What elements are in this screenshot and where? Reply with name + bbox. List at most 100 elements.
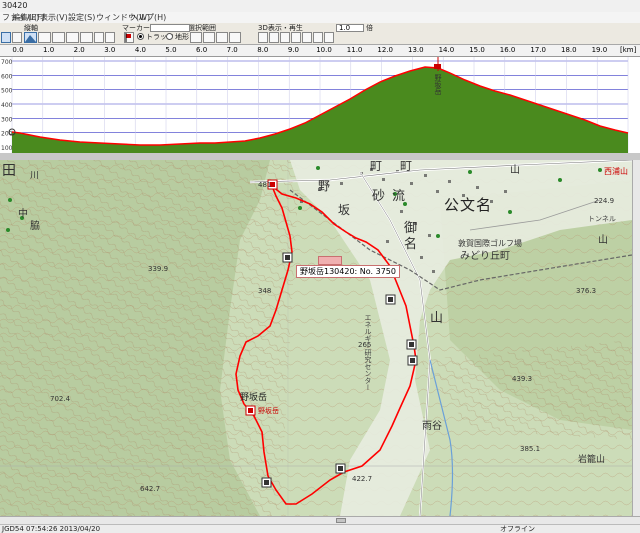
ruler-tick: 16.0 bbox=[499, 46, 516, 54]
map-label-nosaka2: 坂 bbox=[338, 203, 351, 217]
tooltip-tab bbox=[318, 256, 342, 265]
pointer-tool-button[interactable] bbox=[1, 32, 11, 43]
map-label-chu: 中 bbox=[18, 209, 28, 220]
peak-label: 野坂岳 bbox=[434, 74, 442, 95]
select-start-button[interactable] bbox=[190, 32, 202, 43]
ruler-tick: 9.0 bbox=[287, 46, 299, 54]
map-horizontal-scrollbar[interactable] bbox=[0, 516, 640, 524]
ruler-tick: 19.0 bbox=[591, 46, 608, 54]
ruler-tick: 7.0 bbox=[226, 46, 238, 54]
ruler-tick: 4.0 bbox=[134, 46, 146, 54]
elev-339-9: 339.9 bbox=[148, 265, 169, 273]
terrain-radio-label: 地形 bbox=[175, 33, 189, 41]
map-label-town2: 町 bbox=[400, 160, 413, 173]
menu-edit[interactable]: 編集(E) bbox=[12, 12, 39, 23]
profile-y-tick: 400 bbox=[1, 102, 13, 109]
status-offline: オフライン bbox=[500, 525, 535, 533]
select-end-button[interactable] bbox=[203, 32, 215, 43]
ruler-tick: 18.0 bbox=[561, 46, 577, 54]
ruler-tick: 17.0 bbox=[530, 46, 546, 54]
map-label-sa: 砂 bbox=[372, 189, 386, 204]
map-label-golf: 敦賀国際ゴルフ場 bbox=[458, 239, 522, 248]
ruler-tick: 8.0 bbox=[257, 46, 269, 54]
track-point-tooltip: 野坂岳130420: No. 3750 bbox=[296, 265, 400, 278]
terrain-radio[interactable] bbox=[166, 33, 173, 40]
ruler-tick: 14.0 bbox=[438, 46, 455, 54]
profile-y-tick: 500 bbox=[1, 88, 13, 95]
marker-button[interactable] bbox=[124, 32, 134, 43]
map-label-yama: 山 bbox=[430, 311, 444, 326]
label-selection: 選択範囲 bbox=[188, 24, 216, 32]
menu-view[interactable]: 表示(V) bbox=[40, 12, 68, 23]
elev-439-3: 439.3 bbox=[512, 375, 533, 383]
play-forward-button[interactable] bbox=[280, 32, 290, 43]
profile-y-tick: 300 bbox=[1, 116, 13, 123]
splitter[interactable] bbox=[0, 153, 640, 160]
map-label-amedani: 雨谷 bbox=[422, 421, 442, 432]
ruler-tick: 11.0 bbox=[346, 46, 363, 54]
map-label-yama3: 山 bbox=[598, 235, 608, 246]
flag-icon bbox=[125, 33, 131, 42]
window-title: 30420 bbox=[2, 1, 28, 10]
profile-mode-1-button[interactable] bbox=[24, 32, 37, 43]
hand-tool-button[interactable] bbox=[12, 32, 22, 43]
map-label-mi: 御 bbox=[404, 221, 418, 236]
menu-settings[interactable]: 設定(S) bbox=[68, 12, 95, 23]
ruler-tick: 3.0 bbox=[104, 46, 116, 54]
map-label-iwakura: 岩籠山 bbox=[578, 455, 606, 465]
map-label-kobunmei: 公文名 bbox=[444, 196, 493, 214]
ruler-unit: [km] bbox=[620, 46, 637, 54]
record-button[interactable] bbox=[313, 32, 323, 43]
menu-bar: ファイル(F) 編集(E) 表示(V) 設定(S) ウィンドウ(W) ヘルプ(H… bbox=[0, 12, 640, 23]
map-label-shu: 脇 bbox=[30, 221, 40, 232]
track-radio[interactable] bbox=[137, 33, 144, 40]
ruler-tick: 15.0 bbox=[469, 46, 485, 54]
rotate-left-button[interactable] bbox=[94, 32, 104, 43]
distance-ruler: 19.0 18.0 17.0 16.0 15.0 14.0 13.0 12.0 11.0 10.0… bbox=[0, 45, 640, 57]
map-vertical-scrollbar[interactable] bbox=[632, 160, 640, 516]
map-label-peak-marker: 野坂岳 bbox=[258, 407, 279, 415]
map-label-nosaka: 野 bbox=[318, 179, 331, 193]
profile-mode-2-button[interactable] bbox=[38, 32, 51, 43]
select-clear-button[interactable] bbox=[216, 32, 228, 43]
topo-map-canvas bbox=[0, 160, 632, 516]
elevation-profile-graph: 700 600 500 400 300 200 100 野坂岳 bbox=[1, 57, 629, 153]
play-back-button[interactable] bbox=[258, 32, 268, 43]
select-zoom-button[interactable] bbox=[229, 32, 241, 43]
title-bar: 30420 bbox=[0, 0, 640, 12]
stop-button[interactable] bbox=[291, 32, 301, 43]
status-left: JGD54 07:54:26 2013/04/20 bbox=[2, 525, 101, 533]
ruler-tick: 5.0 bbox=[165, 46, 177, 54]
ruler-tick: 2.0 bbox=[73, 46, 85, 54]
map-label-town1: 町 bbox=[370, 160, 383, 173]
ruler-tick: 12.0 bbox=[377, 46, 393, 54]
topo-map[interactable]: 田 川 中 脇 野 坂 町 町 砂 流 御 名 公文名 敦賀国際ゴルフ場 みどり… bbox=[0, 160, 632, 516]
profile-y-tick: 100 bbox=[1, 145, 13, 152]
map-label-midorigaoka: みどり丘町 bbox=[460, 251, 510, 262]
peak-marker-flag bbox=[434, 64, 441, 69]
elev-702-4: 702.4 bbox=[50, 395, 71, 403]
ruler-tick: 10.0 bbox=[316, 46, 332, 54]
speed-select[interactable]: 1.0 bbox=[336, 24, 364, 32]
menu-help[interactable]: ヘルプ(H) bbox=[130, 12, 166, 23]
profile-mode-4-button[interactable] bbox=[66, 32, 79, 43]
profile-mode-5-button[interactable] bbox=[80, 32, 93, 43]
elevation-profile[interactable]: 700 600 500 400 300 200 100 野坂岳 bbox=[0, 57, 640, 153]
elev-348: 348 bbox=[258, 287, 272, 295]
pause-button[interactable] bbox=[302, 32, 312, 43]
elev-385-1: 385.1 bbox=[520, 445, 541, 453]
map-label-peak-name: 野坂岳 bbox=[240, 393, 268, 403]
map-label-kawa: 川 bbox=[30, 171, 40, 181]
scroll-thumb[interactable] bbox=[336, 518, 346, 523]
profile-mode-3-button[interactable] bbox=[52, 32, 65, 43]
marker-slider[interactable] bbox=[150, 24, 190, 32]
rotate-right-button[interactable] bbox=[105, 32, 115, 43]
mountain-icon bbox=[25, 35, 36, 42]
label-vertical-axis: 縦軸 bbox=[24, 24, 38, 32]
profile-y-tick: 200 bbox=[1, 131, 13, 138]
ruler-tick: 13.0 bbox=[408, 46, 424, 54]
loop-button[interactable] bbox=[324, 32, 334, 43]
ruler-tick: 6.0 bbox=[196, 46, 208, 54]
label-3d-playback: 3D表示・再生 bbox=[258, 24, 303, 32]
play-button[interactable] bbox=[269, 32, 279, 43]
